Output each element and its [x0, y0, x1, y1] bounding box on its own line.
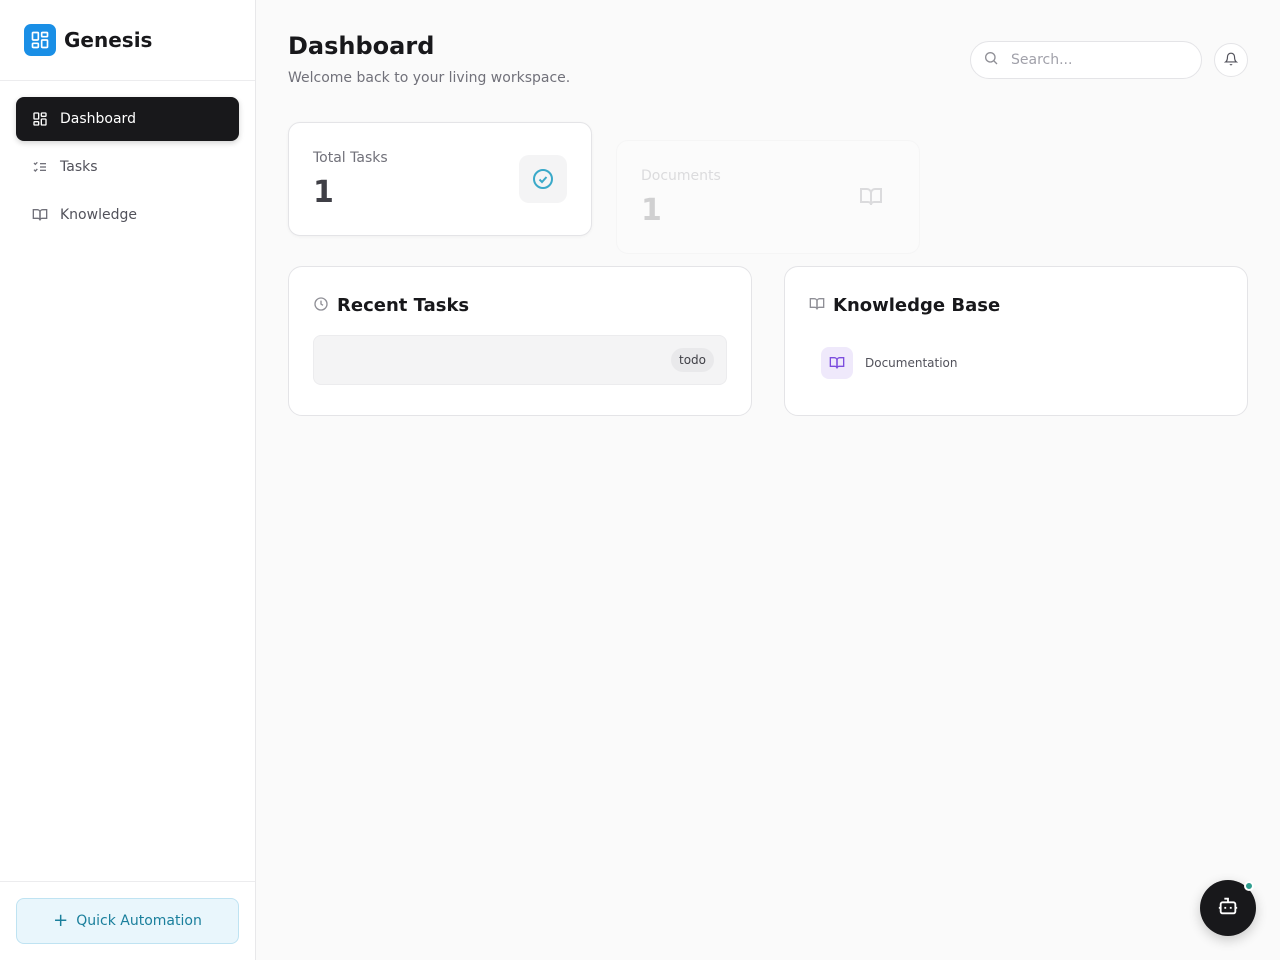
app-name: Genesis	[64, 28, 153, 52]
stat-label: Total Tasks	[313, 150, 388, 166]
sidebar-item-knowledge[interactable]: Knowledge	[16, 193, 239, 237]
bot-icon	[1217, 895, 1239, 921]
recent-tasks-panel: Recent Tasks todo	[288, 266, 752, 416]
quick-automation-button[interactable]: + Quick Automation	[16, 898, 239, 944]
sidebar-item-label: Tasks	[60, 159, 98, 175]
recent-tasks-title: Recent Tasks	[337, 295, 470, 316]
search-input[interactable]	[1011, 52, 1181, 68]
stat-value: 1	[641, 193, 662, 228]
layout-grid-icon	[32, 111, 48, 127]
book-open-icon	[32, 207, 48, 223]
sidebar-item-dashboard[interactable]: Dashboard	[16, 97, 239, 141]
status-badge: todo	[670, 348, 714, 372]
stat-card-total-tasks: Total Tasks 1	[288, 122, 592, 236]
sidebar-item-label: Knowledge	[60, 207, 137, 223]
search-box[interactable]	[970, 41, 1202, 79]
page-title: Dashboard	[288, 32, 435, 60]
brand: Genesis	[0, 0, 255, 81]
book-open-icon	[809, 296, 825, 316]
status-dot	[1244, 881, 1254, 891]
knowledge-item-label: Documentation	[865, 356, 958, 370]
book-open-icon	[847, 173, 895, 221]
plus-icon: +	[53, 910, 69, 931]
stat-label: Documents	[641, 168, 721, 184]
sidebar-footer: + Quick Automation	[0, 881, 255, 960]
book-open-icon	[821, 347, 853, 379]
clock-icon	[313, 296, 329, 316]
quick-automation-label: Quick Automation	[76, 913, 202, 929]
task-row[interactable]: todo	[313, 335, 727, 385]
panel-header: Recent Tasks	[313, 295, 469, 316]
search-icon	[983, 50, 999, 70]
sidebar: Genesis Dashboard Tasks Knowledge + Quic…	[0, 0, 256, 960]
knowledge-base-panel: Knowledge Base Documentation	[784, 266, 1248, 416]
notifications-button[interactable]	[1214, 43, 1248, 77]
layout-grid-icon[interactable]	[24, 24, 56, 56]
stat-value: 1	[313, 175, 334, 210]
bell-icon	[1223, 51, 1239, 70]
stat-card-documents: Documents 1	[616, 140, 920, 254]
page-subtitle: Welcome back to your living workspace.	[288, 70, 571, 86]
knowledge-base-title: Knowledge Base	[833, 295, 1001, 316]
sidebar-nav: Dashboard Tasks Knowledge	[0, 81, 255, 237]
check-circle-icon	[519, 155, 567, 203]
sidebar-item-label: Dashboard	[60, 111, 136, 127]
list-checks-icon	[32, 159, 48, 175]
assistant-button[interactable]	[1200, 880, 1256, 936]
sidebar-item-tasks[interactable]: Tasks	[16, 145, 239, 189]
knowledge-item[interactable]: Documentation	[821, 347, 958, 379]
panel-header: Knowledge Base	[809, 295, 1000, 316]
